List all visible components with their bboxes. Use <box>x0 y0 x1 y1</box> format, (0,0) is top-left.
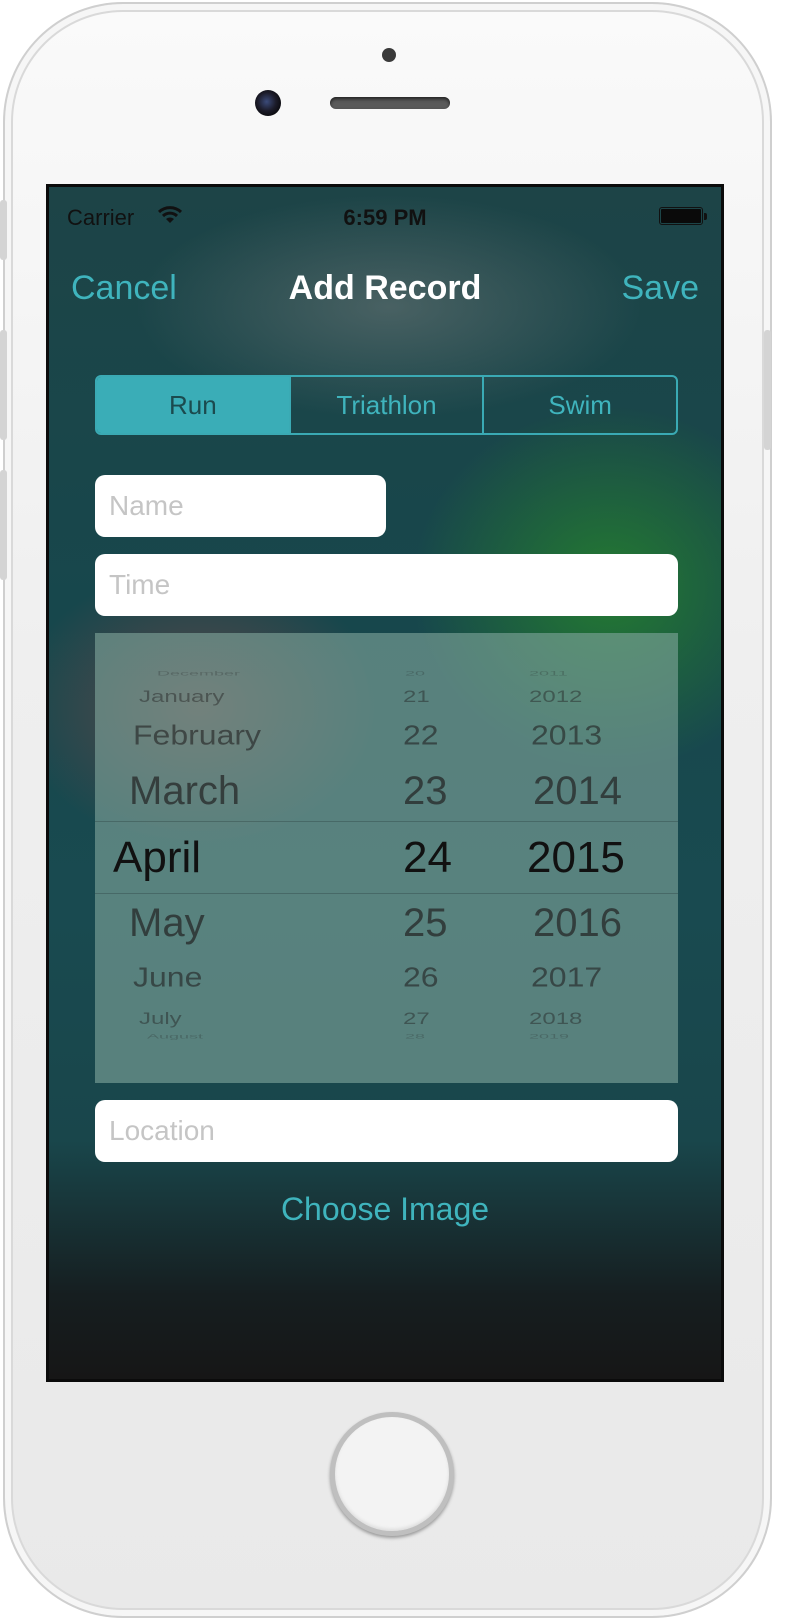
picker-month-option: July <box>139 1009 182 1029</box>
picker-year-option: 2018 <box>529 1009 583 1029</box>
year-wheel[interactable]: 2011 2012 2013 2014 2015 2016 2017 2018 … <box>505 633 678 1083</box>
mute-switch <box>0 200 7 260</box>
picker-day-selected: 24 <box>403 833 452 882</box>
volume-down-button <box>0 470 7 580</box>
choose-image-button[interactable]: Choose Image <box>49 1191 721 1228</box>
status-bar: Carrier 6:59 PM <box>49 201 721 231</box>
picker-year-option: 2012 <box>529 687 583 707</box>
picker-month-selected: April <box>113 833 202 882</box>
location-input[interactable] <box>95 1100 678 1162</box>
power-button <box>764 330 771 450</box>
proximity-sensor <box>382 48 396 62</box>
picker-year-option: 2016 <box>533 901 622 945</box>
picker-year-option: 2019 <box>529 1032 570 1040</box>
segment-swim[interactable]: Swim <box>482 377 676 433</box>
record-type-segmented-control: Run Triathlon Swim <box>95 375 678 435</box>
picker-month-option: January <box>139 687 225 707</box>
picker-month-option: August <box>147 1032 204 1040</box>
picker-year-option: 2017 <box>531 961 603 993</box>
picker-month-option: December <box>157 669 241 677</box>
day-wheel[interactable]: 20 21 22 23 24 25 26 27 28 <box>385 633 485 1083</box>
page-title: Add Record <box>288 269 482 307</box>
picker-day-option: 25 <box>403 901 448 945</box>
picker-month-option: March <box>129 769 241 813</box>
picker-day-option: 21 <box>403 687 430 707</box>
picker-month-option: May <box>129 901 205 945</box>
picker-day-option: 27 <box>403 1009 430 1029</box>
picker-day-option: 22 <box>403 719 439 751</box>
save-button[interactable]: Save <box>622 269 700 308</box>
picker-day-option: 20 <box>405 669 426 677</box>
volume-up-button <box>0 330 7 440</box>
picker-day-option: 23 <box>403 769 448 813</box>
segment-triathlon[interactable]: Triathlon <box>288 377 483 433</box>
picker-year-option: 2011 <box>529 669 568 677</box>
battery-tip <box>704 213 707 220</box>
navigation-bar: Cancel Add Record Save <box>49 265 721 313</box>
screen: Carrier 6:59 PM Cancel Add Record Save R… <box>46 184 724 1382</box>
picker-month-option: February <box>133 719 262 751</box>
picker-year-selected: 2015 <box>527 833 625 882</box>
time-input[interactable] <box>95 554 678 616</box>
picker-month-option: June <box>133 961 203 993</box>
picker-year-option: 2013 <box>531 719 603 751</box>
front-camera <box>255 90 281 116</box>
earpiece-speaker <box>330 97 450 109</box>
date-picker[interactable]: December January February March April Ma… <box>95 633 678 1083</box>
picker-day-option: 26 <box>403 961 439 993</box>
battery-icon <box>659 207 703 225</box>
month-wheel[interactable]: December January February March April Ma… <box>95 633 385 1083</box>
home-button[interactable] <box>330 1412 454 1536</box>
segment-run[interactable]: Run <box>97 377 289 433</box>
picker-day-option: 28 <box>405 1032 426 1040</box>
name-input[interactable] <box>95 475 386 537</box>
picker-year-option: 2014 <box>533 769 622 813</box>
status-time: 6:59 PM <box>343 205 427 230</box>
